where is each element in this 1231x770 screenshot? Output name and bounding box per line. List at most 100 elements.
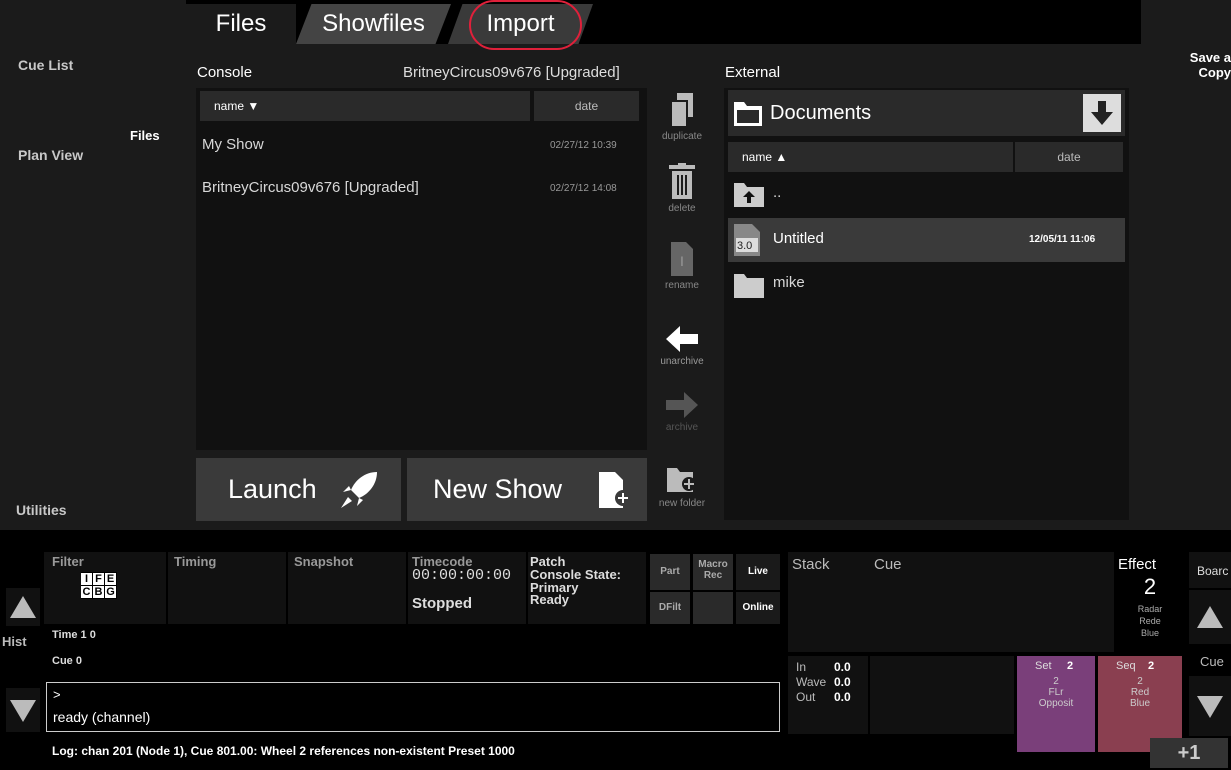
triangle-up-icon xyxy=(1197,606,1223,628)
cue-side-label: Cue xyxy=(1200,654,1224,669)
subnav-files[interactable]: Files xyxy=(130,128,160,143)
nav-utilities[interactable]: Utilities xyxy=(16,502,67,518)
console-row-date: 02/27/12 10:39 xyxy=(550,140,617,151)
snapshot-cell[interactable]: Snapshot xyxy=(288,552,406,624)
console-row-date: 02/27/12 14:08 xyxy=(550,183,617,194)
in-value: 0.0 xyxy=(834,660,851,674)
seq-line: Red xyxy=(1130,687,1150,698)
external-row-name: mike xyxy=(773,274,805,291)
in-label: In xyxy=(796,660,807,674)
timecode-value: 00:00:00:00 xyxy=(412,567,512,584)
folder-up-icon xyxy=(734,183,764,207)
archive-button[interactable]: archive xyxy=(652,392,712,433)
unarchive-label: unarchive xyxy=(660,356,704,367)
patch-cell[interactable]: Patch Console State: Primary Ready xyxy=(528,552,646,624)
hist-down-button[interactable] xyxy=(6,688,40,732)
new-folder-button[interactable]: new folder xyxy=(652,466,712,509)
timing-cell[interactable]: Timing xyxy=(168,552,286,624)
console-file-list[interactable]: name ▼ date My Show 02/27/12 10:39 Britn… xyxy=(196,88,647,450)
live-button[interactable]: Live xyxy=(736,554,780,590)
delete-button[interactable]: delete xyxy=(652,163,712,214)
command-status: ready (channel) xyxy=(53,709,151,725)
filter-f[interactable]: F xyxy=(92,572,105,586)
save-copy-button[interactable]: Save a Copy xyxy=(1161,50,1231,80)
stack-cue-label: Cue xyxy=(874,556,902,573)
external-row-selected[interactable]: 3.0 Untitled 12/05/11 11:06 xyxy=(728,218,1125,262)
filter-cell[interactable]: Filter IFE CBG xyxy=(44,552,166,624)
duplicate-button[interactable]: duplicate xyxy=(652,93,712,142)
effect-line: Blue xyxy=(1140,628,1159,638)
external-col-name[interactable]: name ▲ xyxy=(728,142,1013,172)
board-button[interactable]: Boarc xyxy=(1189,552,1231,588)
external-row-folder[interactable]: mike xyxy=(728,264,1125,306)
launch-label: Launch xyxy=(228,474,317,504)
rename-button[interactable]: I rename xyxy=(652,242,712,291)
filter-b[interactable]: B xyxy=(92,585,105,599)
tab-bar: Files Showfiles Import xyxy=(186,0,616,50)
cue-value: Cue 0 xyxy=(52,655,82,667)
tab-showfiles[interactable]: Showfiles xyxy=(296,4,451,44)
console-state-ready: Ready xyxy=(530,592,570,607)
cue-down-button[interactable] xyxy=(1189,676,1231,736)
archive-label: archive xyxy=(665,422,699,433)
set-line: FLr xyxy=(1048,687,1064,698)
nav-cue-list[interactable]: Cue List xyxy=(18,57,73,73)
unarchive-button[interactable]: unarchive xyxy=(652,326,712,367)
effect-line: Radar xyxy=(1137,604,1163,614)
time-value: Time 1 0 xyxy=(52,629,96,641)
effect-panel[interactable]: Effect 2 Radar Rede Blue xyxy=(1114,552,1186,652)
delete-label: delete xyxy=(668,203,696,214)
dfilt-button[interactable]: DFilt xyxy=(650,592,690,624)
external-title: External xyxy=(725,64,781,81)
empty-button[interactable] xyxy=(693,592,733,624)
filter-e[interactable]: E xyxy=(104,572,117,586)
new-file-icon xyxy=(599,472,631,508)
duplicate-icon xyxy=(671,93,693,127)
external-row-up[interactable]: .. xyxy=(728,174,1125,216)
timing-label: Timing xyxy=(174,554,217,569)
wave-value: 0.0 xyxy=(834,675,851,689)
stack-panel[interactable]: Stack Cue xyxy=(788,552,1114,652)
launch-button[interactable]: Launch xyxy=(196,458,401,521)
timecode-state: Stopped xyxy=(412,595,472,612)
svg-text:I: I xyxy=(680,253,684,269)
console-row-name[interactable]: BritneyCircus09v676 [Upgraded] xyxy=(202,179,419,196)
console-col-name[interactable]: name ▼ xyxy=(200,91,530,121)
command-line[interactable]: > ready (channel) xyxy=(46,682,780,732)
nav-plan-view[interactable]: Plan View xyxy=(18,147,83,163)
external-row-name: Untitled xyxy=(773,230,824,247)
wave-label: Wave xyxy=(796,675,827,689)
filter-i[interactable]: I xyxy=(80,572,93,586)
new-show-button[interactable]: New Show xyxy=(407,458,647,521)
set-info: 2 FLr Opposit xyxy=(1017,676,1095,709)
external-file-list[interactable]: Documents name ▲ date .. 3.0 Untitled 12… xyxy=(724,88,1129,520)
filter-c[interactable]: C xyxy=(80,585,93,599)
rename-icon: I xyxy=(671,242,693,276)
console-row-name[interactable]: My Show xyxy=(202,136,264,153)
tab-files[interactable]: Files xyxy=(186,4,296,44)
out-value: 0.0 xyxy=(834,690,851,704)
bottom-bar: Filter IFE CBG Timing Snapshot Timecode … xyxy=(0,548,1231,770)
external-col-date[interactable]: date xyxy=(1015,142,1123,172)
set-tile[interactable]: Set 2 2 FLr Opposit xyxy=(1017,656,1095,752)
hist-label: Hist xyxy=(2,634,27,649)
filter-g[interactable]: G xyxy=(104,585,117,599)
macro-rec-button[interactable]: Macro Rec xyxy=(693,554,733,590)
cue-up-button[interactable] xyxy=(1189,590,1231,644)
seq-info: 2 Red Blue xyxy=(1098,676,1182,709)
hist-up-button[interactable] xyxy=(6,588,40,626)
set-number: 2 xyxy=(1067,660,1074,672)
import-highlight-ring xyxy=(469,0,582,50)
plus-one-button[interactable]: +1 xyxy=(1150,738,1228,768)
part-button[interactable]: Part xyxy=(650,554,690,590)
online-button[interactable]: Online xyxy=(736,592,780,624)
timecode-cell[interactable]: Timecode 00:00:00:00 Stopped xyxy=(408,552,526,624)
seq-number: 2 xyxy=(1148,660,1155,672)
stack-spacer xyxy=(870,656,1014,734)
board-label: Boarc xyxy=(1197,564,1229,578)
effect-info: Radar Rede Blue xyxy=(1114,603,1186,639)
set-label: Set xyxy=(1035,660,1052,672)
console-col-date[interactable]: date xyxy=(534,91,639,121)
command-prompt: > xyxy=(53,687,61,702)
download-button[interactable] xyxy=(1083,94,1121,132)
